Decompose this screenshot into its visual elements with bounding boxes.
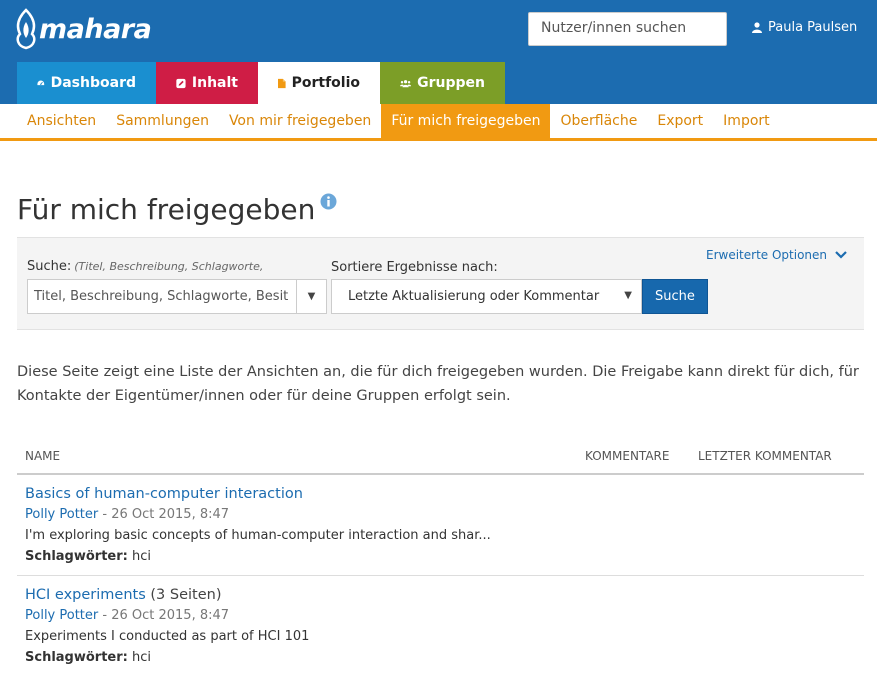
view-tags: Schlagwörter: hci — [25, 549, 151, 564]
table-row: Basics of human-computer interaction Pol… — [17, 476, 864, 576]
subnav-sammlungen[interactable]: Sammlungen — [106, 104, 219, 138]
user-menu-link[interactable]: Paula Paulsen — [752, 20, 857, 35]
subnav-import[interactable]: Import — [713, 104, 779, 138]
tachometer-icon — [37, 80, 45, 86]
search-button[interactable]: Suche — [642, 279, 708, 314]
search-query-value[interactable]: Titel, Beschreibung, Schlagworte, Besit — [28, 280, 296, 313]
search-query-input[interactable]: Titel, Beschreibung, Schlagworte, Besit … — [27, 279, 327, 314]
tab-gruppen-label: Gruppen — [417, 75, 485, 91]
tab-portfolio[interactable]: Portfolio — [258, 62, 380, 104]
author-link[interactable]: Polly Potter — [25, 608, 98, 623]
tags-label: Schlagwörter: — [25, 549, 128, 564]
tab-inhalt[interactable]: Inhalt — [156, 62, 258, 104]
tab-dashboard[interactable]: Dashboard — [17, 62, 156, 104]
triangle-down-icon: ▼ — [624, 290, 632, 301]
users-icon — [400, 79, 412, 87]
chevron-down-icon — [835, 251, 847, 259]
search-type-dropdown[interactable]: ▼ — [296, 280, 326, 313]
user-name: Paula Paulsen — [768, 20, 858, 35]
subnav-export[interactable]: Export — [647, 104, 713, 138]
search-query-label-text: Suche: — [27, 259, 72, 274]
portfolio-sub-navigation: Ansichten Sammlungen Von mir freigegeben… — [0, 104, 877, 141]
info-icon[interactable] — [320, 193, 337, 210]
table-row: HCI experiments (3 Seiten) Polly Potter … — [17, 577, 864, 674]
view-meta: Polly Potter - 26 Oct 2015, 8:47 — [25, 608, 229, 623]
triangle-down-icon: ▼ — [307, 291, 316, 302]
tab-inhalt-label: Inhalt — [191, 75, 238, 91]
advanced-options-toggle[interactable]: Erweiterte Optionen — [706, 248, 847, 262]
page-count: (3 Seiten) — [150, 587, 222, 603]
file-icon — [278, 78, 286, 88]
subnav-ansichten[interactable]: Ansichten — [17, 104, 106, 138]
tags-label: Schlagwörter: — [25, 650, 128, 665]
tab-dashboard-label: Dashboard — [50, 75, 136, 91]
subnav-oberflaeche[interactable]: Oberfläche — [550, 104, 647, 138]
mahara-flame-icon — [16, 8, 36, 50]
tab-gruppen[interactable]: Gruppen — [380, 62, 505, 104]
tag-link[interactable]: hci — [132, 650, 151, 665]
pencil-square-icon — [176, 78, 186, 88]
user-search-input[interactable]: Nutzer/innen suchen — [528, 12, 727, 46]
column-header-last-comment[interactable]: Letzter Kommentar — [698, 449, 832, 463]
view-title-link[interactable]: Basics of human-computer interaction — [25, 486, 303, 502]
view-description: I'm exploring basic concepts of human-co… — [25, 528, 491, 543]
search-query-hint: (Titel, Beschreibung, Schlagworte, — [74, 260, 264, 273]
sort-label: Sortiere Ergebnisse nach: — [331, 260, 498, 275]
subnav-fuer-mich-freigegeben[interactable]: Für mich freigegeben — [381, 104, 551, 138]
view-title-link[interactable]: HCI experiments — [25, 587, 146, 603]
subnav-von-mir-freigegeben[interactable]: Von mir freigegeben — [219, 104, 381, 138]
view-date: - 26 Oct 2015, 8:47 — [102, 608, 230, 623]
column-header-name[interactable]: Name — [25, 449, 60, 463]
mahara-logo[interactable]: mahara — [14, 6, 152, 52]
main-navigation: Dashboard Inhalt Portfolio Gruppen — [17, 62, 505, 104]
view-title: Basics of human-computer interaction — [25, 486, 303, 502]
user-icon — [752, 22, 762, 33]
search-query-label: Suche: (Titel, Beschreibung, Schlagworte, — [27, 259, 263, 274]
view-meta: Polly Potter - 26 Oct 2015, 8:47 — [25, 507, 229, 522]
view-description: Experiments I conducted as part of HCI 1… — [25, 629, 310, 644]
sort-select-value: Letzte Aktualisierung oder Kommentar — [348, 289, 600, 304]
page-title: Für mich freigegeben — [17, 193, 316, 226]
view-date: - 26 Oct 2015, 8:47 — [102, 507, 230, 522]
tag-link[interactable]: hci — [132, 549, 151, 564]
author-link[interactable]: Polly Potter — [25, 507, 98, 522]
sort-select[interactable]: Letzte Aktualisierung oder Kommentar ▼ — [331, 279, 642, 314]
page-description: Diese Seite zeigt eine Liste der Ansicht… — [17, 364, 859, 404]
view-title: HCI experiments (3 Seiten) — [25, 587, 221, 603]
advanced-options-label: Erweiterte Optionen — [706, 248, 828, 262]
table-header: Name Kommentare Letzter Kommentar — [17, 437, 864, 475]
column-header-comments[interactable]: Kommentare — [585, 449, 669, 463]
logo-text: mahara — [39, 13, 152, 45]
view-tags: Schlagwörter: hci — [25, 650, 151, 665]
tab-portfolio-label: Portfolio — [291, 75, 360, 91]
